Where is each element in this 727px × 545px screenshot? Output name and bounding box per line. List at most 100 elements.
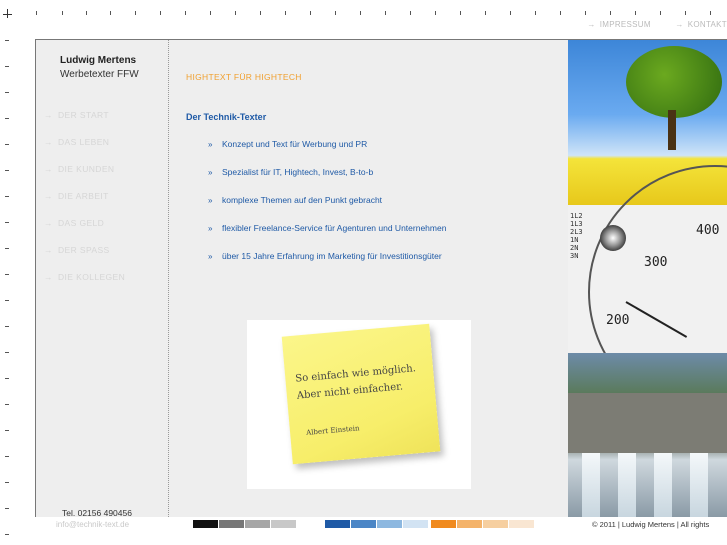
ruler-tick [36, 11, 37, 15]
swatch [403, 520, 428, 528]
ruler-tick [260, 11, 261, 15]
ruler-tick [5, 92, 9, 93]
ruler-tick [5, 456, 9, 457]
sidebar-item-das-geld[interactable]: → DAS GELD [44, 218, 125, 245]
gauge-knob [600, 225, 626, 251]
page-kicker: HIGHTEXT FÜR HIGHTECH [186, 72, 302, 82]
ruler-tick [5, 508, 9, 509]
ruler-tick [635, 11, 636, 15]
gauge-image: 1L2 1L3 2L3 1N 2N 3N 400 300 200 [568, 165, 727, 419]
arrow-right-icon: → [44, 110, 53, 120]
ruler-tick [410, 11, 411, 15]
gauge-small-labels: 1L2 1L3 2L3 1N 2N 3N [570, 212, 583, 260]
swatch [483, 520, 508, 528]
ruler-tick [5, 66, 9, 67]
arrow-right-icon: → [44, 245, 53, 255]
ruler-tick [335, 11, 336, 15]
topnav-kontakt-link[interactable]: → KONTAKT [675, 20, 727, 29]
sidebar-item-das-leben[interactable]: → DAS LEBEN [44, 137, 125, 164]
ruler-left [0, 0, 20, 545]
footer-copyright: © 2011 | Ludwig Mertens | All rights [592, 520, 710, 529]
quote-line-2: Aber nicht einfacher. [296, 381, 404, 402]
ruler-tick [5, 40, 9, 41]
ruler-tick [235, 11, 236, 15]
sidebar: Ludwig Mertens Werbetexter FFW → DER STAR… [36, 40, 169, 517]
ruler-tick [560, 11, 561, 15]
brand-subtitle: Werbetexter FFW [60, 69, 139, 80]
swatch [219, 520, 244, 528]
ruler-tick [5, 170, 9, 171]
sticky-note: So einfach wie möglich. Aber nicht einfa… [281, 323, 441, 465]
image-column: 1L2 1L3 2L3 1N 2N 3N 400 300 200 [568, 40, 727, 517]
ruler-tick [5, 404, 9, 405]
swatch [193, 520, 218, 528]
swatch [431, 520, 456, 528]
ruler-tick [535, 11, 536, 15]
ruler-tick [5, 352, 9, 353]
sidebar-item-die-arbeit[interactable]: → DIE ARBEIT [44, 191, 125, 218]
ruler-tick [5, 118, 9, 119]
tree-canopy [626, 46, 722, 118]
ruler-tick [460, 11, 461, 15]
ruler-tick [210, 11, 211, 15]
ruler-tick [5, 222, 9, 223]
ruler-tick [135, 11, 136, 15]
double-chevron-icon: » [208, 140, 213, 149]
footer-phone: Tel. 02156 490456 [62, 508, 132, 518]
ruler-tick [660, 11, 661, 15]
swatch [245, 520, 270, 528]
tree-trunk [668, 110, 676, 150]
sidebar-item-der-spass[interactable]: → DER SPASS [44, 245, 125, 272]
ruler-top [0, 0, 727, 20]
ruler-tick [310, 11, 311, 15]
ruler-tick [5, 300, 9, 301]
ruler-tick [485, 11, 486, 15]
swatch [325, 520, 350, 528]
double-chevron-icon: » [208, 252, 213, 261]
feature-list: » Konzept und Text für Werbung und PR » Sp… [208, 139, 446, 279]
sidebar-item-die-kunden[interactable]: → DIE KUNDEN [44, 164, 125, 191]
ruler-tick [5, 482, 9, 483]
swatch [377, 520, 402, 528]
ruler-tick [5, 378, 9, 379]
ruler-tick [5, 144, 9, 145]
double-chevron-icon: » [208, 168, 213, 177]
swatch [271, 520, 296, 528]
footer-email-link[interactable]: info@technik-text.de [56, 520, 129, 529]
ruler-tick [710, 11, 711, 15]
main-frame: Ludwig Mertens Werbetexter FFW → DER STAR… [35, 39, 727, 517]
arrow-right-icon: → [587, 20, 596, 29]
ruler-tick [435, 11, 436, 15]
swatch [509, 520, 534, 528]
sidebar-item-die-kollegen[interactable]: → DIE KOLLEGEN [44, 272, 125, 299]
arrow-right-icon: → [675, 20, 684, 29]
ruler-tick [685, 11, 686, 15]
topnav-impressum-link[interactable]: → IMPRESSUM [587, 20, 650, 29]
arrow-right-icon: → [44, 137, 53, 147]
gauge-label-200: 200 [606, 313, 630, 328]
ruler-tick [510, 11, 511, 15]
quote-author: Albert Einstein [305, 424, 360, 437]
ruler-tick [5, 248, 9, 249]
gauge-label-300: 300 [644, 255, 668, 270]
dam-spillway [618, 453, 636, 517]
swatch [457, 520, 482, 528]
list-item: » flexibler Freelance-Service für Agentur… [208, 223, 447, 233]
dam-spillway [582, 453, 600, 517]
ruler-tick [610, 11, 611, 15]
ruler-tick [110, 11, 111, 15]
ruler-tick [585, 11, 586, 15]
page-title: Der Technik-Texter [186, 112, 267, 122]
ruler-tick [5, 430, 9, 431]
dam-image [568, 353, 727, 517]
list-item: » komplexe Themen auf den Punkt gebracht [208, 195, 383, 205]
top-nav: → IMPRESSUM → KONTAKT [565, 20, 727, 34]
dam-wall [568, 393, 727, 453]
double-chevron-icon: » [208, 196, 213, 205]
list-item: » Konzept und Text für Werbung und PR [208, 139, 368, 149]
ruler-tick [86, 11, 87, 15]
sidebar-item-der-start[interactable]: → DER START [44, 110, 125, 137]
double-chevron-icon: » [208, 224, 213, 233]
ruler-tick [185, 11, 186, 15]
arrow-right-icon: → [44, 164, 53, 174]
